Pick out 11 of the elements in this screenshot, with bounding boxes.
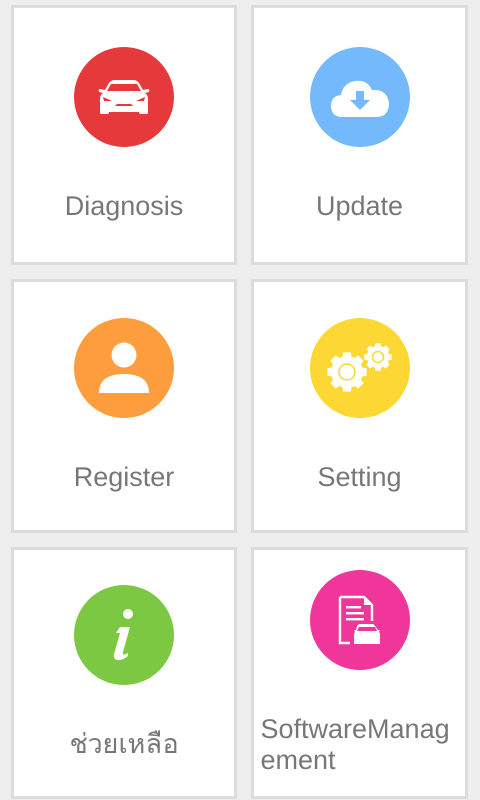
gears-icon bbox=[326, 343, 392, 394]
menu-tile[interactable]: Update bbox=[251, 5, 468, 265]
menu-tile[interactable]: SoftwareManagement bbox=[251, 547, 468, 799]
menu-tile[interactable]: ช่วยเหลือ bbox=[11, 547, 237, 799]
info-icon bbox=[112, 609, 136, 662]
car-icon bbox=[97, 79, 151, 116]
menu-tile[interactable]: Setting bbox=[251, 279, 468, 533]
person-icon bbox=[98, 342, 150, 394]
menu-tile[interactable]: Diagnosis bbox=[11, 5, 237, 265]
menu-tile[interactable]: Register bbox=[11, 279, 237, 533]
document-car-icon bbox=[338, 594, 382, 645]
